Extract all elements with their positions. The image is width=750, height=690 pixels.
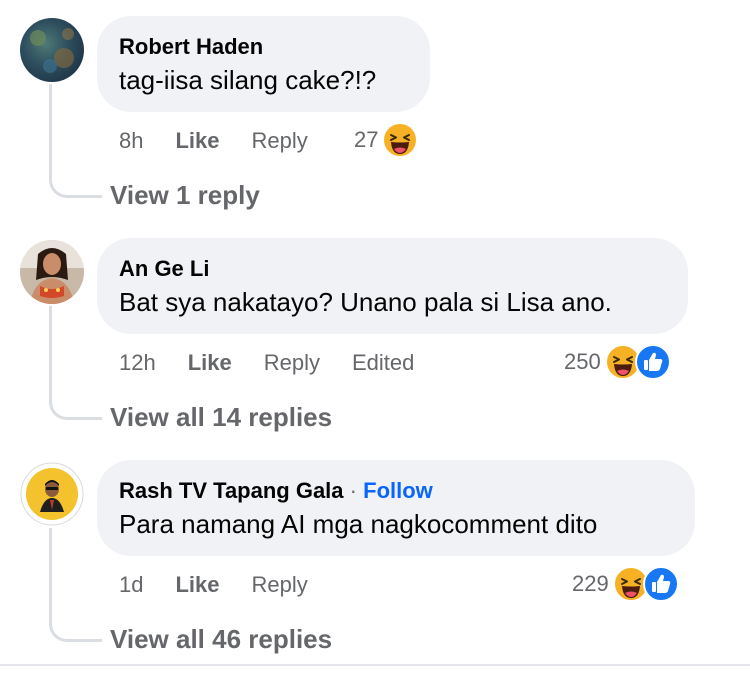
haha-reaction-icon xyxy=(382,122,419,158)
edited-label: Edited xyxy=(352,350,415,375)
reply-button[interactable]: Reply xyxy=(252,128,308,154)
reply-button[interactable]: Reply xyxy=(252,572,308,598)
like-button[interactable]: Like xyxy=(188,350,232,376)
comment-time[interactable]: 1d xyxy=(119,572,143,598)
comment-actions: 1d Like Reply xyxy=(119,570,340,600)
reaction-summary[interactable]: 27 xyxy=(354,122,419,158)
follow-button[interactable]: Follow xyxy=(363,478,433,503)
comment-bubble: An Ge Li Bat sya nakatayo? Unano pala si… xyxy=(97,238,688,334)
thread-connector xyxy=(49,306,102,420)
divider xyxy=(0,664,750,690)
like-button[interactable]: Like xyxy=(175,572,219,598)
comment-actions: 8h Like Reply xyxy=(119,126,340,156)
comment-time[interactable]: 8h xyxy=(119,128,143,154)
comment-author-line: Rash TV Tapang Gala · Follow xyxy=(119,478,671,504)
comment-author[interactable]: Robert Haden xyxy=(119,34,406,60)
reaction-count: 250 xyxy=(564,349,601,374)
reply-button[interactable]: Reply xyxy=(264,350,320,376)
like-reaction-icon xyxy=(642,566,679,602)
comment-bubble: Rash TV Tapang Gala · Follow Para namang… xyxy=(97,460,695,556)
avatar[interactable] xyxy=(20,462,84,526)
thread-connector xyxy=(49,528,102,642)
view-replies-link[interactable]: View 1 reply xyxy=(110,180,260,211)
comment-text: Para namang AI mga nagkocomment dito xyxy=(119,509,598,539)
comment-time[interactable]: 12h xyxy=(119,350,156,376)
reaction-summary[interactable]: 250 xyxy=(564,344,671,380)
reaction-count: 229 xyxy=(572,571,609,596)
like-button[interactable]: Like xyxy=(175,128,219,154)
separator-dot: · xyxy=(349,478,357,503)
view-replies-link[interactable]: View all 46 replies xyxy=(110,624,332,655)
like-reaction-icon xyxy=(634,344,671,380)
view-replies-link[interactable]: View all 14 replies xyxy=(110,402,332,433)
comment-bubble: Robert Haden tag-iisa silang cake?!? xyxy=(97,16,430,112)
avatar[interactable] xyxy=(20,18,84,82)
comment-text: Bat sya nakatayo? Unano pala si Lisa ano… xyxy=(119,287,612,317)
avatar[interactable] xyxy=(20,240,84,304)
comment-author[interactable]: Rash TV Tapang Gala xyxy=(119,478,344,503)
comment-author[interactable]: An Ge Li xyxy=(119,256,664,282)
comment-text: tag-iisa silang cake?!? xyxy=(119,65,377,95)
thread-connector xyxy=(49,84,102,198)
reaction-summary[interactable]: 229 xyxy=(572,566,679,602)
reaction-count: 27 xyxy=(354,127,379,152)
comment-actions: 12h Like Reply Edited xyxy=(119,348,446,378)
